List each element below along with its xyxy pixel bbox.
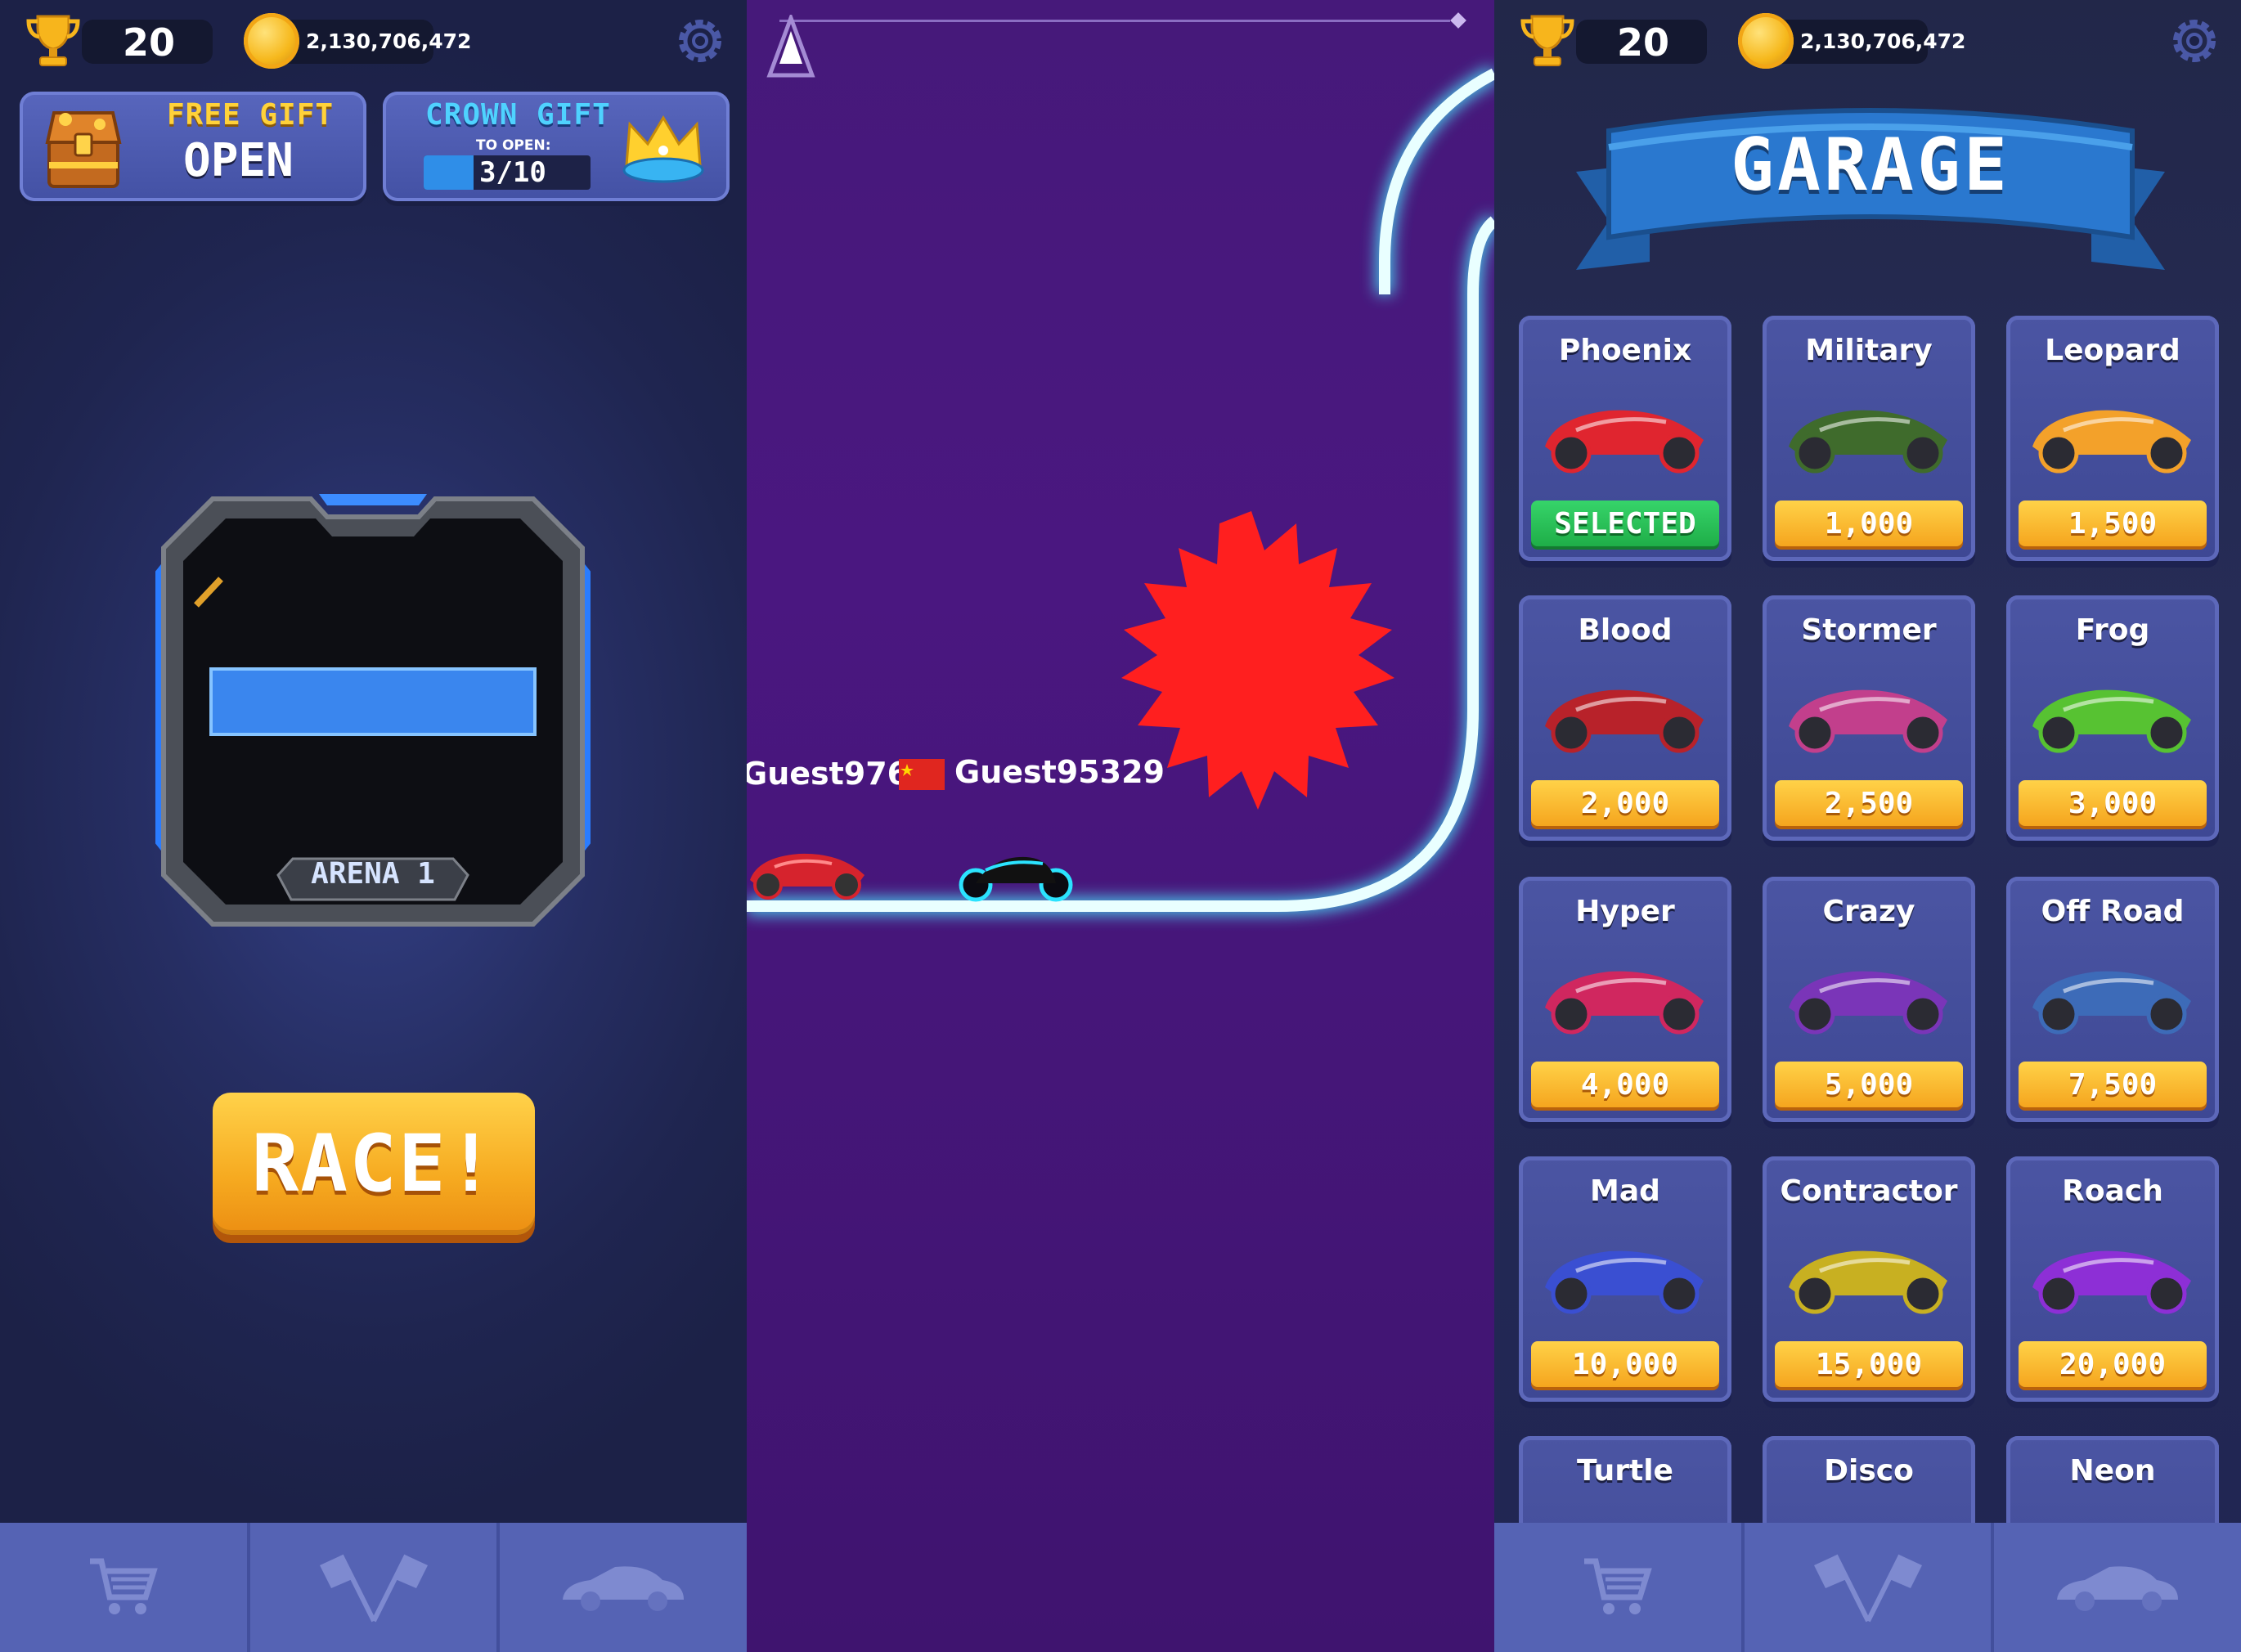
arena-label: ARENA 1 [311, 857, 435, 891]
crown-progress-fill [424, 155, 474, 190]
race-button[interactable]: RACE! [213, 1093, 535, 1235]
lobby-screen: 20 2,130,706,472 FREE GIFT OPEN CROWN GI… [0, 0, 747, 1652]
red-bike-opponent [750, 853, 865, 900]
car-card-blood[interactable]: Blood 2,000 [1519, 595, 1731, 841]
coin-icon [244, 13, 299, 69]
checkered-flags-icon [319, 1554, 428, 1623]
car-name: Leopard [2045, 334, 2180, 367]
free-gift-action: OPEN [183, 134, 294, 187]
car-name: Phoenix [1558, 334, 1692, 367]
car-name: Contractor [1780, 1174, 1958, 1208]
free-gift-card[interactable]: FREE GIFT OPEN [20, 92, 366, 201]
treasure-chest-icon [45, 111, 122, 188]
nav-garage[interactable] [500, 1523, 747, 1652]
price-button[interactable]: 5,000 [1775, 1062, 1963, 1107]
car-name: Off Road [2041, 895, 2185, 928]
car-card-phoenix[interactable]: Phoenix SELECTED [1519, 316, 1731, 561]
bottom-nav [1494, 1523, 2241, 1652]
top-bar: 20 2,130,706,472 [0, 0, 747, 82]
price-button[interactable]: 20,000 [2019, 1341, 2207, 1387]
nav-race[interactable] [250, 1523, 501, 1652]
free-gift-title: FREE GIFT [167, 98, 335, 132]
crown-gift-title: CROWN GIFT [425, 98, 611, 132]
player-name-2: Guest95329 [954, 754, 1165, 790]
car-silhouette-icon [563, 1566, 685, 1611]
price-button[interactable]: 1,500 [2019, 501, 2207, 546]
price-button[interactable]: 3,000 [2019, 780, 2207, 826]
china-flag-icon [899, 759, 945, 790]
car-card-off-road[interactable]: Off Road 7,500 [2006, 877, 2219, 1122]
car-image [2032, 971, 2191, 1035]
track [747, 65, 1494, 915]
car-card-roach[interactable]: Roach 20,000 [2006, 1156, 2219, 1402]
crown-icon [622, 115, 704, 183]
car-name: Roach [2062, 1174, 2163, 1208]
nav-race[interactable] [1745, 1523, 1995, 1652]
price-button[interactable]: 15,000 [1775, 1341, 1963, 1387]
price-button[interactable]: 10,000 [1531, 1341, 1719, 1387]
car-name: Neon [2069, 1454, 2156, 1488]
car-card-frog[interactable]: Frog 3,000 [2006, 595, 2219, 841]
car-name: Crazy [1822, 895, 1915, 928]
car-name: Mad [1590, 1174, 1660, 1208]
car-name: Hyper [1575, 895, 1675, 928]
price-button[interactable]: 2,500 [1775, 780, 1963, 826]
car-card-contractor[interactable]: Contractor 15,000 [1763, 1156, 1975, 1402]
shopping-cart-icon [1583, 1558, 1652, 1614]
car-image [1545, 1250, 1704, 1314]
gear-icon[interactable] [672, 13, 728, 69]
trophy-count: 20 [123, 20, 176, 65]
car-name: Military [1805, 334, 1933, 367]
crown-progress-text: 3/10 [479, 156, 546, 189]
coin-count: 2,130,706,472 [306, 29, 472, 53]
top-bar-garage: 20 2,130,706,472 [1494, 0, 2241, 82]
trophy-icon [26, 15, 80, 66]
trophy-count: 20 [1617, 20, 1670, 65]
car-name: Disco [1824, 1454, 1914, 1488]
race-button-label: RACE! [251, 1118, 496, 1210]
nav-garage[interactable] [1994, 1523, 2241, 1652]
car-image [2032, 689, 2191, 753]
gear-icon[interactable] [2167, 13, 2222, 69]
car-image [2032, 1250, 2191, 1314]
cyan-bike-player [959, 856, 1073, 902]
price-button[interactable]: 1,000 [1775, 501, 1963, 546]
crown-gift-card[interactable]: CROWN GIFT TO OPEN: 3/10 [383, 92, 730, 201]
price-button[interactable]: 2,000 [1531, 780, 1719, 826]
nav-shop[interactable] [0, 1523, 250, 1652]
car-image [1789, 1250, 1947, 1314]
price-button[interactable]: 4,000 [1531, 1062, 1719, 1107]
shopping-cart-icon [89, 1558, 158, 1614]
car-image [2032, 410, 2191, 474]
car-image [1789, 689, 1947, 753]
garage-title: GARAGE [1731, 123, 2010, 207]
car-card-mad[interactable]: Mad 10,000 [1519, 1156, 1731, 1402]
car-card-stormer[interactable]: Stormer 2,500 [1763, 595, 1975, 841]
race-screen: Guest9768 Guest95329 [747, 0, 1494, 1652]
car-image [1545, 689, 1704, 753]
car-image [1789, 410, 1947, 474]
car-name: Frog [2075, 613, 2150, 647]
garage-screen: 20 2,130,706,472 GARAGE Phoenix SELECTED M… [1494, 0, 2241, 1652]
car-card-military[interactable]: Military 1,000 [1763, 316, 1975, 561]
car-card-hyper[interactable]: Hyper 4,000 [1519, 877, 1731, 1122]
selected-badge[interactable]: SELECTED [1531, 501, 1719, 546]
car-image [1789, 971, 1947, 1035]
car-card-leopard[interactable]: Leopard 1,500 [2006, 316, 2219, 561]
car-image [1545, 410, 1704, 474]
coin-count: 2,130,706,472 [1800, 29, 1966, 53]
bottom-nav [0, 1523, 747, 1652]
car-name: Turtle [1577, 1454, 1673, 1488]
checkered-flags-icon [1813, 1554, 1922, 1623]
trophy-icon [1520, 15, 1574, 66]
crown-gift-subtitle: TO OPEN: [476, 137, 551, 154]
car-name: Blood [1578, 613, 1673, 647]
nav-shop[interactable] [1494, 1523, 1745, 1652]
car-silhouette-icon [2057, 1566, 2179, 1611]
car-name: Stormer [1801, 613, 1937, 647]
car-card-crazy[interactable]: Crazy 5,000 [1763, 877, 1975, 1122]
coin-icon [1738, 13, 1794, 69]
car-image [1545, 971, 1704, 1035]
price-button[interactable]: 7,500 [2019, 1062, 2207, 1107]
